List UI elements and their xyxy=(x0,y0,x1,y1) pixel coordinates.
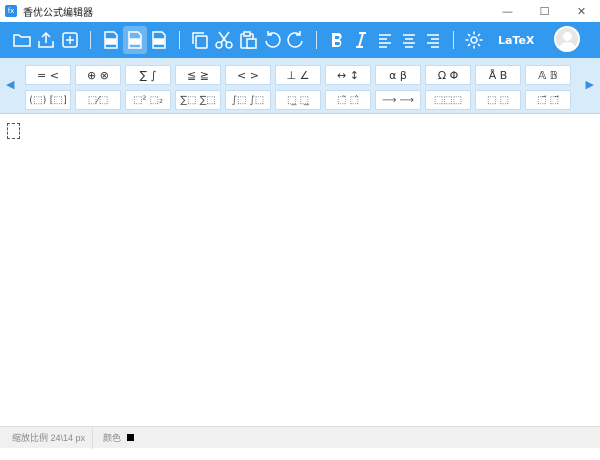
bar-templates-button[interactable]: ⬚̲ ⬚̲ xyxy=(275,90,321,110)
status-bar: 缩放比例 24\14 px 颜色 xyxy=(0,426,600,449)
redo-button[interactable] xyxy=(284,26,308,54)
export-svg-button[interactable] xyxy=(123,26,147,54)
sum-integral-symbols-button[interactable]: ∑ ∫ xyxy=(125,65,171,85)
align-left-icon xyxy=(379,34,391,48)
palette-next-icon[interactable]: ▶ xyxy=(586,78,594,91)
italic-icon xyxy=(356,32,366,48)
undo-button[interactable] xyxy=(260,26,284,54)
integral-templates-button[interactable]: ∫⬚ ∫⬚ xyxy=(225,90,271,110)
export-png-button[interactable] xyxy=(99,26,123,54)
redo-icon xyxy=(287,31,303,48)
inequality-symbols-button[interactable]: ≦ ≧ xyxy=(175,65,221,85)
latex-button[interactable]: LaTeX xyxy=(498,34,534,47)
align-right-icon xyxy=(427,34,439,48)
paste-icon xyxy=(240,31,257,49)
export-tex-button[interactable] xyxy=(147,26,171,54)
formula-editor-canvas[interactable] xyxy=(0,115,600,426)
status-divider xyxy=(92,426,93,449)
main-toolbar: LaTeX xyxy=(0,22,600,58)
empty-input-placeholder[interactable] xyxy=(7,123,20,139)
arrow-symbols-button[interactable]: ↔ ↕ xyxy=(325,65,371,85)
align-center-icon xyxy=(403,34,415,48)
palette-row-templates: (⬚) [⬚] ⬚⁄⬚ ⬚² ⬚₂ ∑⬚ ∑⬚ ∫⬚ ∫⬚ ⬚̲ ⬚̲ ⬚̃ ⬚̂ ⟶ ⟶ ⬚⬚… xyxy=(25,90,575,110)
vector-templates-button[interactable]: ⬚⃗ ⬚⃗ xyxy=(525,90,571,110)
new-file-button[interactable] xyxy=(58,26,82,54)
toolbar-separator xyxy=(453,31,454,49)
cut-button[interactable] xyxy=(212,26,236,54)
maximize-button[interactable]: ☐ xyxy=(526,0,563,22)
fence-templates-button[interactable]: (⬚) [⬚] xyxy=(25,90,71,110)
avatar-head-shape xyxy=(563,32,572,41)
close-button[interactable]: ✕ xyxy=(563,0,600,22)
copy-button[interactable] xyxy=(188,26,212,54)
accented-letters-button[interactable]: Å B xyxy=(475,65,521,85)
settings-icon xyxy=(465,31,483,49)
toolbar-separator xyxy=(316,31,317,49)
undo-icon xyxy=(265,31,281,48)
greek-lowercase-button[interactable]: α β xyxy=(375,65,421,85)
color-label: 颜色 xyxy=(103,433,122,443)
circle-operators-button[interactable]: ⊕ ⊗ xyxy=(75,65,121,85)
settings-button[interactable] xyxy=(462,26,486,54)
palette-row-symbols: = < ⊕ ⊗ ∑ ∫ ≦ ≧ < > ⊥ ∠ ↔ ↕ α βΩ ΦÅ B𝔸 𝔹 xyxy=(25,65,575,85)
export-png-icon xyxy=(104,31,118,49)
italic-button[interactable] xyxy=(349,26,373,54)
bold-button[interactable] xyxy=(325,26,349,54)
window-title: 香优公式编辑器 xyxy=(23,7,93,19)
palette-prev-icon[interactable]: ◀ xyxy=(6,78,14,91)
open-file-button[interactable] xyxy=(10,26,34,54)
over-arrow-templates-button[interactable]: ⬚̃ ⬚̂ xyxy=(325,90,371,110)
open-file-icon xyxy=(13,34,31,47)
upload-button[interactable] xyxy=(34,26,58,54)
zoom-status: 缩放比例 24\14 px xyxy=(12,433,86,443)
app-logo-icon: fx xyxy=(5,5,17,17)
fraction-templates-button[interactable]: ⬚⁄⬚ xyxy=(75,90,121,110)
upload-icon xyxy=(38,31,54,48)
labeled-arrow-templates-button[interactable]: ⟶ ⟶ xyxy=(375,90,421,110)
matrix-templates-button[interactable]: ⬚⬚⬚ xyxy=(425,90,471,110)
window-controls: — ☐ ✕ xyxy=(489,0,600,22)
toolbar-separator xyxy=(90,31,91,49)
copy-icon xyxy=(192,32,208,49)
font-style-letters-button[interactable]: 𝔸 𝔹 xyxy=(525,65,571,85)
export-svg-icon xyxy=(128,31,142,49)
align-center-button[interactable] xyxy=(397,26,421,54)
paste-button[interactable] xyxy=(236,26,260,54)
export-tex-icon xyxy=(152,31,166,49)
color-swatch[interactable] xyxy=(127,434,135,441)
minimize-button[interactable]: — xyxy=(489,0,526,22)
avatar-body-shape xyxy=(559,42,576,50)
user-avatar[interactable] xyxy=(554,26,580,52)
toolbar-separator xyxy=(179,31,180,49)
align-right-button[interactable] xyxy=(421,26,445,54)
script-templates-button[interactable]: ⬚² ⬚₂ xyxy=(125,90,171,110)
bold-icon xyxy=(332,32,342,47)
greek-uppercase-button[interactable]: Ω Φ xyxy=(425,65,471,85)
box-templates-button[interactable]: ⬚ ⬚ xyxy=(475,90,521,110)
title-bar: fx 香优公式编辑器 — ☐ ✕ xyxy=(0,0,600,22)
equal-less-symbols-button[interactable]: = < xyxy=(25,65,71,85)
summation-templates-button[interactable]: ∑⬚ ∑⬚ xyxy=(175,90,221,110)
geometry-symbols-button[interactable]: ⊥ ∠ xyxy=(275,65,321,85)
angle-bracket-symbols-button[interactable]: < > xyxy=(225,65,271,85)
cut-icon xyxy=(215,31,233,49)
symbol-palette: ◀ = < ⊕ ⊗ ∑ ∫ ≦ ≧ < > ⊥ ∠ ↔ ↕ α βΩ ΦÅ B𝔸 𝔹 (⬚) … xyxy=(0,58,600,114)
align-left-button[interactable] xyxy=(373,26,397,54)
new-file-icon xyxy=(62,32,78,48)
